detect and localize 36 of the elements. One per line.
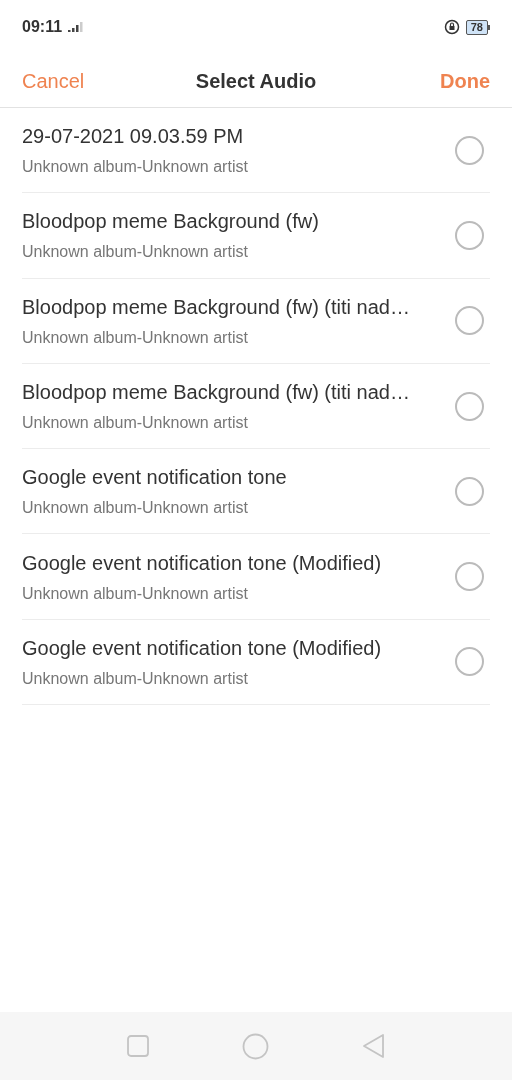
battery-level: 78 (465, 19, 488, 35)
audio-subtitle: Unknown album-Unknown artist (22, 242, 249, 263)
audio-title: 29-07-2021 09.03.59 PM (22, 124, 245, 150)
audio-list-item[interactable]: Google event notification tone (Modified) Unknown album-Unknown artist (22, 534, 490, 620)
audio-subtitle: Unknown album-Unknown artist (22, 668, 249, 689)
recents-icon[interactable] (126, 1035, 149, 1057)
audio-list-item[interactable]: Google event notification tone (Modified) Unknown album-Unknown artist (22, 619, 490, 706)
radio-button[interactable] (455, 647, 484, 677)
home-icon[interactable] (242, 1032, 269, 1060)
audio-list-item[interactable]: Bloodpop meme Background (fw) (titi nad… Unknown album-Unknown artist (22, 278, 490, 364)
audio-list-item[interactable]: Bloodpop meme Background (fw) Unknown album-Unknown artist (22, 193, 490, 279)
audio-list-item[interactable]: Bloodpop meme Background (fw) (titi nad… Unknown album-Unknown artist (22, 363, 490, 450)
audio-subtitle: Unknown album-Unknown artist (22, 498, 249, 519)
radio-button[interactable] (455, 220, 484, 250)
radio-button[interactable] (455, 306, 484, 336)
radio-button[interactable] (455, 135, 484, 165)
radio-button[interactable] (455, 562, 484, 592)
audio-list-item[interactable]: 29-07-2021 09.03.59 PM Unknown album-Unknown artist (22, 108, 490, 194)
lock-rotation-icon (443, 19, 460, 35)
audio-title: Bloodpop meme Background (fw) (22, 209, 319, 235)
radio-button[interactable] (455, 476, 484, 506)
audio-title: Google event notification tone (Modified) (22, 550, 382, 576)
audio-subtitle: Unknown album-Unknown artist (22, 583, 249, 604)
audio-list-item[interactable]: Google event notification tone Unknown album-Unknown artist (22, 449, 490, 535)
audio-title: Google event notification tone (22, 465, 287, 491)
audio-title: Bloodpop meme Background (fw) (titi nad… (22, 380, 410, 406)
audio-subtitle: Unknown album-Unknown artist (22, 327, 249, 348)
audio-subtitle: Unknown album-Unknown artist (22, 413, 249, 434)
radio-button[interactable] (455, 391, 484, 421)
signal-icon (68, 22, 85, 32)
back-icon[interactable] (362, 1033, 386, 1059)
status-time: 09:11 (22, 17, 63, 37)
audio-title: Google event notification tone (Modified) (22, 635, 382, 661)
page-title: Select Audio (195, 68, 317, 94)
audio-subtitle: Unknown album-Unknown artist (22, 157, 248, 178)
audio-title: Bloodpop meme Background (fw) (titi nad… (22, 294, 410, 320)
